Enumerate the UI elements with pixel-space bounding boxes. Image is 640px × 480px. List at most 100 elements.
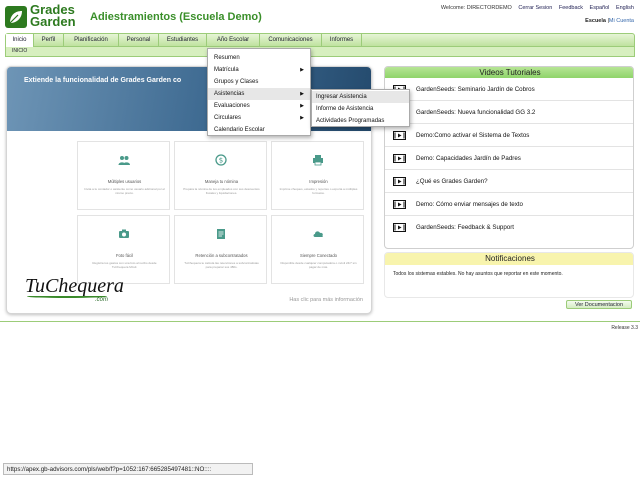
video-label[interactable]: Demo: Cómo enviar mensajes de texto	[416, 201, 523, 208]
school-link[interactable]: Escuela	[585, 18, 606, 24]
feature-desc: Prepara la nómina de tus empleados con s…	[183, 187, 260, 195]
video-label[interactable]: Demo:Como activar el Sistema de Textos	[416, 132, 529, 139]
nav-estudiantes[interactable]: Estudiantes	[159, 34, 207, 47]
notifications-panel: Notificaciones Todos los sistemas establ…	[384, 252, 634, 298]
film-icon	[393, 200, 406, 209]
menu-item-evaluaciones[interactable]: Evaluaciones ▶	[208, 100, 310, 112]
logo-text: Grades Garden	[30, 3, 76, 29]
sub-nav: INICIO	[5, 47, 635, 57]
menu-item-label: Resumen	[214, 55, 240, 61]
feature-card: Retención a subcontratados TuChequera te…	[174, 215, 267, 284]
nav-inicio[interactable]: Inicio	[6, 34, 34, 48]
video-item[interactable]: Demo: Cómo enviar mensajes de texto	[385, 193, 633, 216]
menu-item-asistencias[interactable]: Asistencias ▶	[208, 88, 310, 100]
menu-item-resumen[interactable]: Resumen	[208, 52, 310, 64]
menu-item-matricula[interactable]: Matrícula ▶	[208, 64, 310, 76]
menu-item-circulares[interactable]: Circulares ▶	[208, 112, 310, 124]
printer-icon	[313, 155, 323, 166]
cloud-icon	[313, 231, 323, 237]
document-icon	[217, 229, 225, 239]
feature-card: $ Maneja tu nómina Prepara la nómina de …	[174, 141, 267, 210]
menu-item-label: Matrícula	[214, 67, 239, 73]
feedback-link[interactable]: Feedback	[559, 5, 583, 11]
banner-text: Extiende la funcionalidad de Grades Gard…	[24, 77, 182, 84]
menu-item-label: Grupos y Clases	[214, 79, 259, 85]
camera-icon	[119, 229, 129, 238]
feature-title: Maneja tu nómina	[204, 179, 239, 184]
menu-item-label: Calendario Escolar	[214, 127, 265, 133]
notifications-text: Todos los sistemas estables. No hay asun…	[393, 271, 563, 277]
nav-planificacion[interactable]: Planificación	[64, 34, 119, 47]
submenu-arrow-icon: ▶	[300, 103, 304, 109]
grades-garden-logo[interactable]: Grades Garden	[5, 3, 85, 32]
logo-line2: Garden	[30, 14, 76, 29]
tuchequera-suffix: .com	[95, 297, 109, 303]
submenu-arrow-icon: ▶	[300, 115, 304, 121]
menu-item-label: Asistencias	[214, 91, 245, 97]
feature-desc: TuChequera te calcula las retenciones a …	[184, 261, 259, 269]
leaf-icon	[5, 6, 27, 28]
film-icon	[393, 154, 406, 163]
nav-informes[interactable]: Informes	[322, 34, 362, 47]
main-nav: Inicio Perfil Planificación Personal Est…	[5, 33, 635, 48]
sub-nav-inicio[interactable]: INICIO	[12, 48, 27, 54]
feature-desc: Imprime cheques, estados y reportes o ex…	[279, 187, 358, 195]
more-info-link[interactable]: Has clic para más información	[289, 297, 363, 303]
feature-title: Retención a subcontratados	[195, 253, 248, 258]
feature-title: Siempre Conectado	[299, 253, 337, 258]
feature-grid: Múltiples usuarios Invita a tu contador …	[77, 141, 367, 286]
view-documentation-button[interactable]: Ver Documentacion	[566, 300, 632, 309]
menu-item-grupos[interactable]: Grupos y Clases	[208, 76, 310, 88]
film-icon	[393, 177, 406, 186]
feature-card: Foto fácil Registra tus gastos con una f…	[77, 215, 170, 284]
logout-link[interactable]: Cerrar Sesion	[518, 5, 552, 11]
menu-item-label: Evaluaciones	[214, 103, 250, 109]
video-label[interactable]: ¿Qué es Grades Garden?	[416, 178, 488, 185]
videos-panel: Videos Tutoriales GardenSeeds: Seminario…	[384, 66, 634, 249]
ano-escolar-menu: Resumen Matrícula ▶ Grupos y Clases Asist…	[207, 48, 311, 136]
nav-ano-escolar[interactable]: Año Escolar	[207, 34, 260, 47]
feature-title: Múltiples usuarios	[107, 179, 142, 184]
lang-en-link[interactable]: English	[616, 5, 634, 11]
payroll-icon: $	[215, 154, 227, 166]
nav-comunicaciones[interactable]: Comunicaciones	[260, 34, 322, 47]
feature-title: Impresión	[309, 179, 328, 184]
notifications-title: Notificaciones	[385, 253, 633, 265]
video-label[interactable]: GardenSeeds: Nueva funcionalidad GG 3.2	[416, 109, 535, 116]
feature-card: Siempre Conectado Disponible desde cualq…	[271, 215, 364, 284]
film-icon	[393, 223, 406, 232]
feature-title: Foto fácil	[116, 253, 133, 258]
menu-item-label: Circulares	[214, 115, 242, 121]
submenu-arrow-icon: ▶	[300, 67, 304, 73]
video-item[interactable]: Demo: Capacidades Jardín de Padres	[385, 147, 633, 170]
video-item[interactable]: ¿Qué es Grades Garden?	[385, 170, 633, 193]
video-label[interactable]: GardenSeeds: Feedback & Support	[416, 224, 514, 231]
account-link[interactable]: Mi Cuenta	[609, 18, 634, 24]
page: Grades Garden Adiestramientos (Escuela D…	[0, 0, 640, 480]
menu-item-calendario[interactable]: Calendario Escolar	[208, 124, 310, 136]
submenu-informe-asistencia[interactable]: Informe de Asistencia	[312, 103, 409, 115]
nav-perfil[interactable]: Perfil	[34, 34, 64, 47]
footer-divider	[0, 321, 640, 322]
video-item[interactable]: GardenSeeds: Seminario Jardín de Cobros	[385, 78, 633, 101]
tuchequera-logo: TuChequera .com	[25, 275, 125, 309]
video-item[interactable]: Demo:Como activar el Sistema de Textos	[385, 124, 633, 147]
submenu-ingresar-asistencia[interactable]: Ingresar Asistencia	[312, 91, 409, 103]
videos-title: Videos Tutoriales	[385, 67, 633, 78]
feature-desc: Disponible desde cualquier computadora o…	[280, 261, 357, 269]
submenu-actividades-programadas[interactable]: Actividades Programadas	[312, 115, 409, 127]
link-status-bar: https://apex.gb-advisors.com/pls/web/f?p…	[3, 463, 253, 475]
video-item[interactable]: GardenSeeds: Nueva funcionalidad GG 3.2	[385, 101, 633, 124]
lang-es-link[interactable]: Español	[590, 5, 610, 11]
feature-desc: Registra tus gastos con una foto al reci…	[92, 261, 157, 269]
video-label[interactable]: Demo: Capacidades Jardín de Padres	[416, 155, 521, 162]
video-label[interactable]: GardenSeeds: Seminario Jardín de Cobros	[416, 86, 535, 93]
top-links: Welcome: DIRECTORDEMO Cerrar Sesion Feed…	[436, 5, 634, 11]
video-item[interactable]: GardenSeeds: Feedback & Support	[385, 216, 633, 239]
svg-text:$: $	[219, 157, 223, 165]
asistencias-submenu: Ingresar Asistencia Informe de Asistenci…	[311, 89, 410, 127]
welcome-text: Welcome: DIRECTORDEMO	[440, 5, 512, 11]
nav-personal[interactable]: Personal	[119, 34, 159, 47]
feature-desc: Invita a tu contador o asistente como us…	[84, 187, 165, 195]
feature-card: Impresión Imprime cheques, estados y rep…	[271, 141, 364, 210]
